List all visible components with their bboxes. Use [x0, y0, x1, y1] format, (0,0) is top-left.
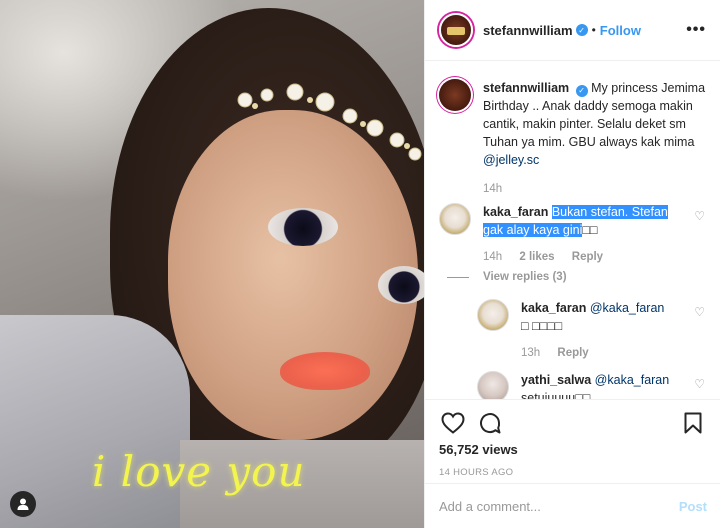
view-count[interactable]: 56,752 views: [439, 442, 707, 457]
flower-crown-filter: [237, 83, 422, 161]
comment-time[interactable]: 14h: [483, 251, 502, 263]
comment-time[interactable]: 14h: [483, 183, 502, 195]
view-replies-label: View replies (3): [483, 271, 567, 283]
reply-mention[interactable]: @kaka_faran: [590, 301, 665, 315]
add-comment-input[interactable]: [439, 498, 659, 514]
reply-username[interactable]: kaka_faran: [521, 301, 586, 315]
comment-avatar[interactable]: [439, 203, 471, 235]
reply-mention[interactable]: @kaka_faran: [595, 373, 670, 387]
separator-dot: •: [591, 23, 596, 37]
caption-comment: stefannwilliam ✓ My princess Jemima Birt…: [439, 79, 707, 195]
comment-likes[interactable]: 2 likes: [519, 251, 554, 263]
comment-text: kaka_faran Bukan stefan. Stefan gak alay…: [483, 203, 673, 239]
reply-avatar[interactable]: [477, 299, 509, 331]
verified-badge-icon: ✓: [575, 24, 588, 36]
comment-meta: 14h: [483, 183, 707, 195]
media-eye-right: [378, 266, 424, 304]
media-mouth: [280, 352, 370, 390]
comment-reply-button[interactable]: Reply: [572, 251, 603, 263]
like-heart-icon[interactable]: [439, 409, 467, 437]
post-side-panel: stefannwilliam ✓ • Follow ••• stefannwil…: [424, 0, 720, 528]
like-reply-heart-icon[interactable]: ♡: [694, 377, 705, 391]
reply-text: kaka_faran @kaka_faran □ □□□□: [521, 299, 671, 335]
comment-mention[interactable]: @jelley.sc: [483, 153, 539, 167]
follow-button[interactable]: Follow: [600, 23, 641, 38]
reply-body: setujuuuu□□: [521, 391, 591, 399]
reply-time[interactable]: 13h: [521, 347, 540, 359]
verified-badge-icon: ✓: [575, 85, 588, 97]
post-timestamp[interactable]: 14 HOURS AGO: [439, 467, 707, 478]
media-eye-left: [268, 208, 338, 246]
post-comment-button[interactable]: Post: [679, 499, 707, 514]
comment-bubble-icon[interactable]: [476, 409, 504, 437]
post-media[interactable]: i love you: [0, 0, 424, 528]
reply-body: □ □□□□: [521, 319, 563, 333]
comment-username[interactable]: stefannwilliam: [483, 81, 569, 95]
reply-item: kaka_faran @kaka_faran □ □□□□ 13h Reply …: [477, 299, 707, 359]
comment-meta: 14h 2 likes Reply: [483, 251, 673, 263]
author-info: stefannwilliam ✓ • Follow: [483, 23, 641, 38]
reply-username[interactable]: yathi_salwa: [521, 373, 591, 387]
add-comment-bar: Post: [425, 483, 720, 528]
media-overlay-text: i love you: [92, 447, 306, 496]
view-replies-button[interactable]: View replies (3): [447, 271, 673, 283]
view-replies-line: [447, 276, 469, 278]
like-comment-heart-icon[interactable]: ♡: [694, 209, 705, 223]
like-reply-heart-icon[interactable]: ♡: [694, 305, 705, 319]
reply-meta: 13h Reply: [521, 347, 671, 359]
comment-text: stefannwilliam ✓ My princess Jemima Birt…: [483, 79, 707, 169]
comment-avatar[interactable]: [439, 79, 471, 111]
post-actions: 56,752 views 14 HOURS AGO: [425, 399, 720, 489]
reply-text: yathi_salwa @kaka_faran setujuuuu□□: [521, 371, 671, 399]
comment-username[interactable]: kaka_faran: [483, 205, 548, 219]
action-icons: [439, 406, 707, 440]
author-username[interactable]: stefannwilliam: [483, 23, 573, 38]
reply-reply-button[interactable]: Reply: [557, 347, 588, 359]
comment-item: kaka_faran Bukan stefan. Stefan gak alay…: [439, 203, 707, 283]
comment-body-tail: □□: [582, 223, 598, 237]
tagged-user-icon[interactable]: [10, 491, 36, 517]
more-options-icon[interactable]: •••: [686, 21, 706, 39]
person-icon: [17, 498, 29, 510]
comments-list[interactable]: stefannwilliam ✓ My princess Jemima Birt…: [425, 61, 720, 399]
reply-avatar[interactable]: [477, 371, 509, 399]
reply-item: yathi_salwa @kaka_faran setujuuuu□□ ♡: [477, 371, 707, 399]
post-header: stefannwilliam ✓ • Follow •••: [425, 0, 720, 61]
save-bookmark-icon[interactable]: [679, 409, 707, 437]
author-avatar[interactable]: [439, 13, 473, 47]
